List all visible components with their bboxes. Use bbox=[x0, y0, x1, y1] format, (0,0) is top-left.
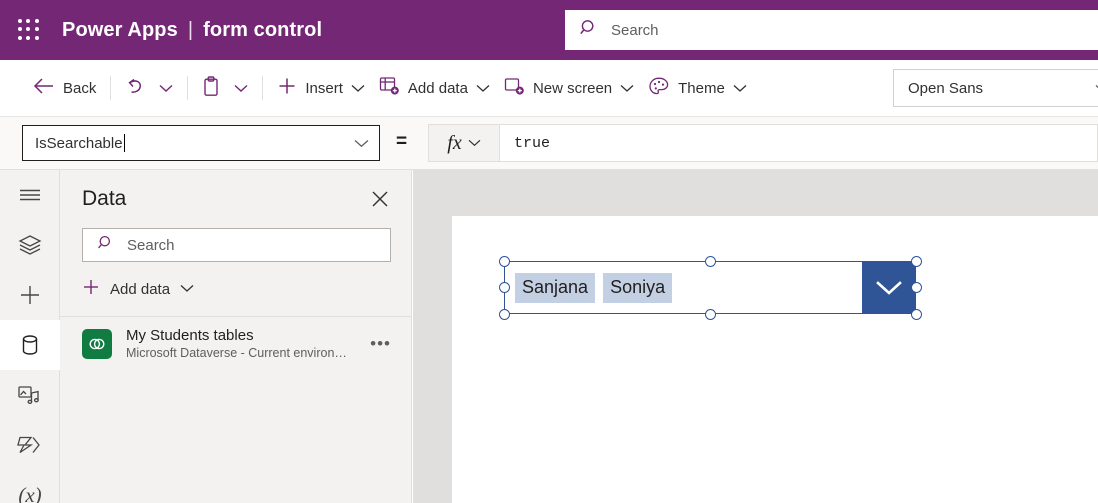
add-data-table-icon bbox=[379, 76, 400, 100]
data-search-placeholder: Search bbox=[127, 236, 175, 254]
insert-label: Insert bbox=[305, 79, 343, 97]
media-icon[interactable] bbox=[0, 370, 60, 420]
panel-add-data-button[interactable]: Add data bbox=[82, 272, 202, 306]
app-screen[interactable] bbox=[452, 216, 1098, 503]
data-panel-header: Data bbox=[60, 170, 411, 228]
fx-label: fx bbox=[447, 131, 462, 154]
resize-handle-top-center[interactable] bbox=[704, 255, 716, 267]
undo-icon bbox=[125, 76, 145, 100]
resize-handle-bottom-left[interactable] bbox=[498, 308, 510, 320]
brand-separator: | bbox=[187, 18, 194, 41]
font-family-value: Open Sans bbox=[908, 79, 984, 97]
combobox-dropdown-button[interactable] bbox=[862, 262, 915, 313]
theme-button[interactable]: Theme bbox=[641, 70, 754, 106]
brand-title: Power Apps | form control bbox=[62, 19, 322, 42]
new-screen-icon bbox=[504, 76, 525, 100]
chevron-down-icon bbox=[159, 80, 173, 97]
text-cursor bbox=[123, 134, 126, 152]
search-icon bbox=[97, 234, 115, 257]
chevron-down-icon bbox=[354, 135, 369, 152]
data-panel-title: Data bbox=[82, 187, 127, 210]
selected-chip[interactable]: Sanjana bbox=[515, 272, 596, 303]
undo-button[interactable] bbox=[118, 70, 152, 106]
app-name: form control bbox=[203, 18, 323, 41]
hamburger-menu-icon[interactable] bbox=[0, 170, 60, 220]
data-search-input[interactable]: Search bbox=[82, 228, 391, 262]
list-item[interactable]: My Students tables Microsoft Dataverse -… bbox=[60, 317, 411, 371]
back-button[interactable]: Back bbox=[26, 70, 103, 106]
equals-sign: = bbox=[396, 131, 408, 152]
new-screen-button[interactable]: New screen bbox=[497, 70, 641, 106]
global-search-placeholder: Search bbox=[611, 21, 659, 39]
dataverse-icon bbox=[82, 329, 112, 359]
panel-add-data-label: Add data bbox=[110, 280, 171, 298]
resize-handle-bottom-center[interactable] bbox=[704, 308, 716, 320]
chevron-down-icon bbox=[620, 80, 634, 97]
plus-icon bbox=[82, 278, 100, 301]
formula-text: true bbox=[514, 134, 551, 152]
product-name: Power Apps bbox=[62, 18, 178, 41]
chevron-down-icon bbox=[234, 80, 248, 97]
data-panel: Data Search Add data My Students tables … bbox=[60, 170, 412, 503]
font-family-dropdown[interactable]: Open Sans bbox=[893, 69, 1098, 107]
undo-dropdown-button[interactable] bbox=[152, 70, 180, 106]
variables-x-icon[interactable]: (x) bbox=[0, 470, 60, 503]
resize-handle-bottom-right[interactable] bbox=[910, 308, 922, 320]
back-arrow-icon bbox=[33, 77, 55, 99]
chevron-down-icon bbox=[733, 80, 747, 97]
close-icon[interactable] bbox=[369, 188, 391, 210]
data-source-subtitle: Microsoft Dataverse - Current environm..… bbox=[126, 346, 353, 360]
plus-icon bbox=[277, 76, 297, 100]
chevron-down-icon bbox=[476, 80, 490, 97]
clipboard-paste-icon bbox=[202, 75, 220, 101]
waffle-grid-icon[interactable] bbox=[18, 19, 40, 41]
formula-input[interactable]: true bbox=[500, 124, 1098, 162]
property-name: IsSearchable bbox=[35, 134, 123, 152]
canvas-area[interactable] bbox=[413, 170, 1098, 503]
global-search-box[interactable]: Search bbox=[565, 10, 1098, 50]
add-data-button[interactable]: Add data bbox=[372, 70, 497, 106]
power-automate-flow-icon[interactable] bbox=[0, 420, 60, 470]
insert-button[interactable]: Insert bbox=[270, 70, 372, 106]
property-selector[interactable]: IsSearchable bbox=[22, 125, 380, 161]
toolbar-divider bbox=[110, 76, 112, 100]
combobox-control[interactable]: Sanjana Soniya bbox=[504, 261, 916, 314]
back-label: Back bbox=[63, 79, 97, 97]
chevron-down-icon bbox=[468, 134, 481, 152]
theme-label: Theme bbox=[678, 79, 725, 97]
add-data-label: Add data bbox=[407, 79, 468, 97]
resize-handle-top-left[interactable] bbox=[498, 255, 510, 267]
power-apps-studio: Power Apps | form control Search Back In… bbox=[0, 0, 1098, 503]
search-icon bbox=[579, 18, 599, 43]
chevron-down-icon bbox=[180, 280, 194, 298]
resize-handle-middle-right[interactable] bbox=[910, 282, 922, 293]
combobox-chips: Sanjana Soniya bbox=[505, 262, 915, 313]
chevron-down-icon bbox=[351, 80, 365, 97]
sidebar-item-data[interactable] bbox=[0, 320, 60, 370]
toolbar-divider bbox=[187, 76, 189, 100]
toolbar-divider bbox=[262, 76, 264, 100]
data-source-title: My Students tables bbox=[126, 327, 254, 344]
paste-dropdown-button[interactable] bbox=[227, 70, 255, 106]
resize-handle-top-right[interactable] bbox=[910, 255, 922, 267]
new-screen-label: New screen bbox=[532, 79, 613, 97]
fx-button[interactable]: fx bbox=[428, 124, 500, 162]
left-rail: (x) bbox=[0, 170, 60, 503]
paste-button[interactable] bbox=[195, 70, 227, 106]
data-source-texts: My Students tables Microsoft Dataverse -… bbox=[126, 327, 352, 361]
tree-view-layers-icon[interactable] bbox=[0, 220, 60, 270]
insert-plus-icon[interactable] bbox=[0, 270, 60, 320]
selected-chip[interactable]: Soniya bbox=[603, 272, 673, 303]
theme-palette-icon bbox=[648, 76, 670, 101]
resize-handle-middle-left[interactable] bbox=[498, 282, 510, 293]
more-options-icon[interactable]: ••• bbox=[366, 334, 395, 354]
